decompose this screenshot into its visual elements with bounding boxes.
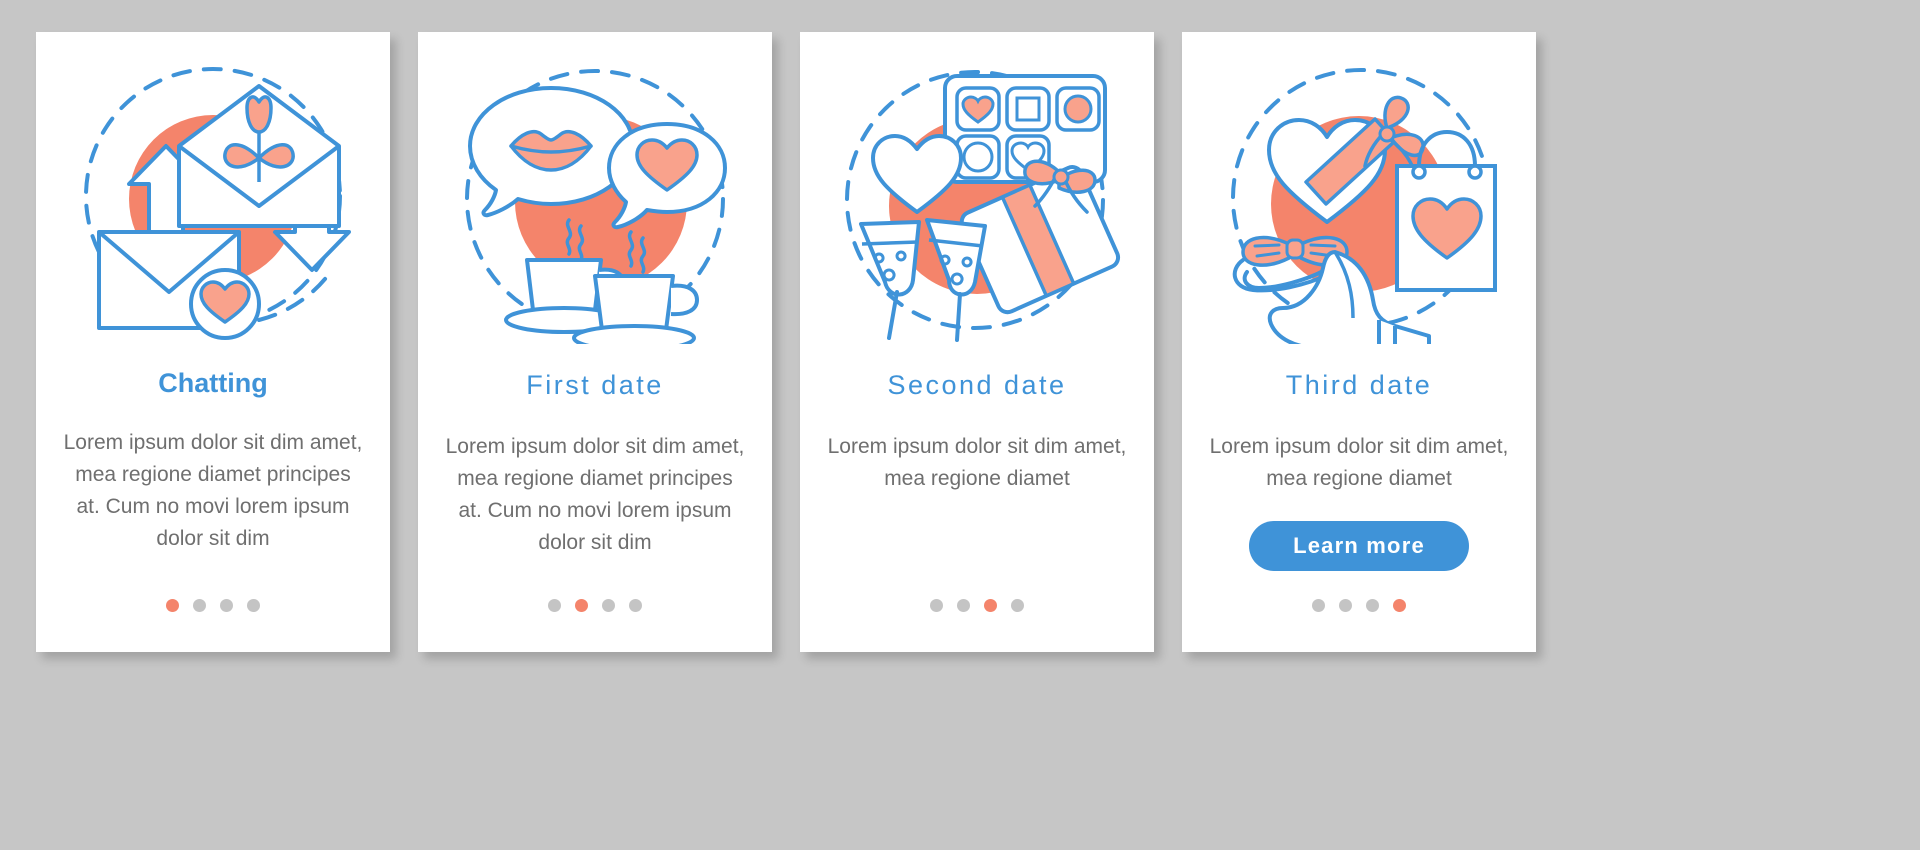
pagination-dots[interactable] bbox=[1182, 599, 1536, 612]
pagination-dot-3[interactable] bbox=[602, 599, 615, 612]
pagination-dot-1[interactable] bbox=[166, 599, 179, 612]
illustration-heart-gift-shopping-bag-high-heel-bow bbox=[1209, 54, 1509, 344]
pagination-dot-2[interactable] bbox=[957, 599, 970, 612]
onboarding-card-second-date[interactable]: Second date Lorem ipsum dolor sit dim am… bbox=[800, 32, 1154, 652]
illustration-envelopes-tulip-arrows-heart bbox=[63, 54, 363, 344]
card-title: Third date bbox=[1285, 370, 1433, 400]
pagination-dot-3[interactable] bbox=[984, 599, 997, 612]
card-title: First date bbox=[526, 370, 664, 400]
card-title: Chatting bbox=[158, 368, 268, 398]
card-description: Lorem ipsum dolor sit dim amet, mea regi… bbox=[827, 435, 1127, 490]
onboarding-card-third-date[interactable]: Third date Lorem ipsum dolor sit dim ame… bbox=[1182, 32, 1536, 652]
pagination-dot-1[interactable] bbox=[548, 599, 561, 612]
pagination-dots[interactable] bbox=[418, 599, 772, 612]
pagination-dot-4[interactable] bbox=[247, 599, 260, 612]
pagination-dot-1[interactable] bbox=[930, 599, 943, 612]
onboarding-screens: Chatting Lorem ipsum dolor sit dim amet,… bbox=[0, 0, 1920, 850]
learn-more-button[interactable]: Learn more bbox=[1249, 521, 1469, 571]
pagination-dot-4[interactable] bbox=[629, 599, 642, 612]
pagination-dot-4[interactable] bbox=[1011, 599, 1024, 612]
onboarding-card-chatting[interactable]: Chatting Lorem ipsum dolor sit dim amet,… bbox=[36, 32, 390, 652]
card-title: Second date bbox=[887, 370, 1067, 400]
pagination-dot-2[interactable] bbox=[575, 599, 588, 612]
illustration-chocolate-box-gift-champagne-heart bbox=[827, 54, 1127, 344]
pagination-dot-3[interactable] bbox=[220, 599, 233, 612]
pagination-dot-1[interactable] bbox=[1312, 599, 1325, 612]
pagination-dot-2[interactable] bbox=[1339, 599, 1352, 612]
card-description: Lorem ipsum dolor sit dim amet, mea regi… bbox=[1209, 435, 1509, 490]
pagination-dots[interactable] bbox=[800, 599, 1154, 612]
pagination-dot-2[interactable] bbox=[193, 599, 206, 612]
pagination-dot-3[interactable] bbox=[1366, 599, 1379, 612]
card-description: Lorem ipsum dolor sit dim amet, mea regi… bbox=[63, 431, 363, 550]
pagination-dots[interactable] bbox=[36, 599, 390, 612]
pagination-dot-4[interactable] bbox=[1393, 599, 1406, 612]
card-description: Lorem ipsum dolor sit dim amet, mea regi… bbox=[445, 435, 745, 554]
onboarding-card-first-date[interactable]: First date Lorem ipsum dolor sit dim ame… bbox=[418, 32, 772, 652]
illustration-speech-bubbles-lips-heart-coffee-cups bbox=[445, 54, 745, 344]
